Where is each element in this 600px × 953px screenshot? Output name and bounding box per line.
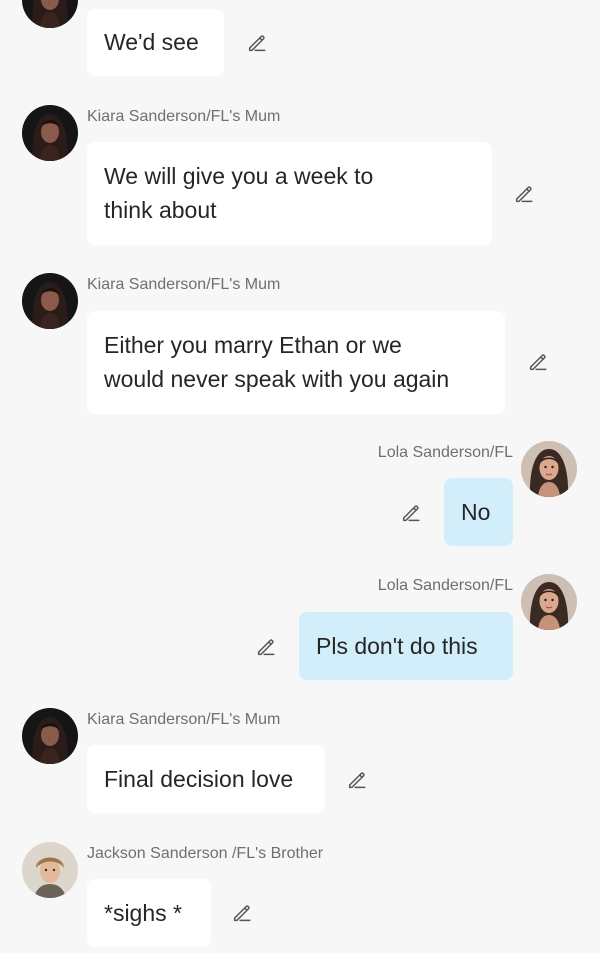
pencil-edit-icon[interactable] [527, 351, 549, 373]
message-bubble[interactable]: *sighs * [87, 879, 211, 947]
sender-name: Lola Sanderson/FL [377, 577, 513, 594]
dark-hair-avatar-icon[interactable] [22, 0, 78, 28]
sender-name: Jackson Sanderson /FL's Brother [87, 845, 324, 862]
message-bubble[interactable]: No [444, 478, 513, 546]
pencil-edit-icon[interactable] [400, 502, 422, 524]
message-text: Pls don't do this [316, 633, 478, 659]
message-bubble[interactable]: We will give you a week to think about [87, 142, 492, 245]
message-text-line: think about [104, 197, 217, 223]
message-text: *sighs * [104, 900, 182, 926]
dark-hair-woman-avatar-icon[interactable] [22, 105, 78, 161]
sender-name: Kiara Sanderson/FL's Mum [87, 711, 281, 728]
pencil-edit-icon[interactable] [231, 902, 253, 924]
message-text-line: We will give you a week to [104, 163, 374, 189]
sender-name: Kiara Sanderson/FL's Mum [87, 108, 281, 125]
message-bubble[interactable]: Either you marry Ethan or we would never… [87, 311, 505, 414]
message-text: We'd see [104, 29, 199, 55]
message-text-line: Either you marry Ethan or we [104, 332, 402, 358]
pencil-edit-icon[interactable] [246, 32, 268, 54]
message-bubble[interactable]: Final decision love [87, 745, 325, 813]
sender-name: Lola Sanderson/FL [377, 444, 513, 461]
brunette-woman-avatar-icon[interactable] [521, 441, 577, 497]
message-bubble[interactable]: We'd see [87, 9, 224, 76]
message-text: No [461, 499, 491, 525]
pencil-edit-icon[interactable] [255, 636, 277, 658]
message-bubble[interactable]: Pls don't do this [299, 612, 513, 680]
sender-name: Kiara Sanderson/FL's Mum [87, 276, 281, 293]
blond-man-avatar-icon[interactable] [22, 842, 78, 898]
brunette-woman-avatar-icon[interactable] [521, 574, 577, 630]
message-text: Final decision love [104, 766, 294, 792]
message-text-line: would never speak with you again [104, 366, 450, 392]
dark-hair-woman-avatar-icon[interactable] [22, 708, 78, 764]
dark-hair-woman-avatar-icon[interactable] [22, 273, 78, 329]
pencil-edit-icon[interactable] [346, 769, 368, 791]
pencil-edit-icon[interactable] [513, 183, 535, 205]
